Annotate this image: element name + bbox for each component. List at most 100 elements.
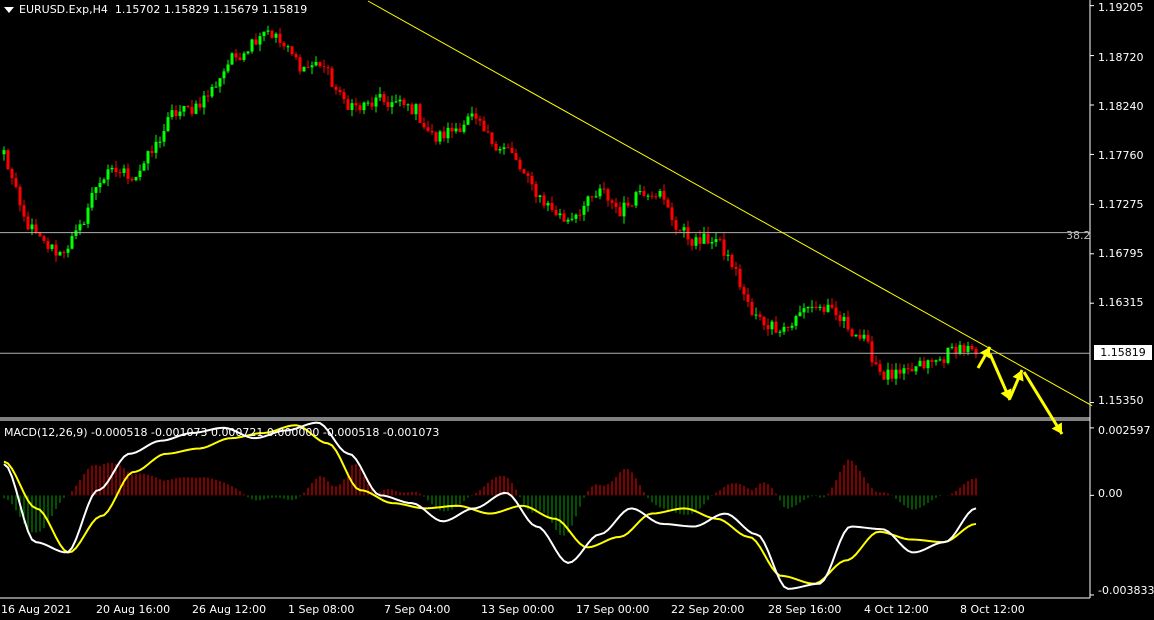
- time-tick: 7 Sep 04:00: [384, 603, 451, 616]
- candle: [878, 359, 882, 376]
- candle: [662, 184, 666, 205]
- candle: [146, 150, 150, 171]
- candle: [766, 318, 770, 336]
- candle: [758, 311, 762, 321]
- candle: [378, 87, 382, 101]
- candle: [922, 356, 926, 370]
- candle: [710, 237, 714, 250]
- candle: [362, 101, 366, 115]
- candle: [546, 200, 550, 212]
- candle: [302, 66, 306, 72]
- candle: [350, 99, 354, 117]
- candle: [538, 194, 542, 203]
- candle: [810, 300, 814, 313]
- candle: [694, 233, 698, 250]
- candle: [58, 250, 62, 256]
- candle: [826, 298, 830, 313]
- candle: [522, 168, 526, 175]
- forecast-arrow-up: [1008, 369, 1024, 399]
- candle: [178, 105, 182, 120]
- macd-indicator: [3, 421, 977, 590]
- candle: [322, 59, 326, 73]
- candle: [930, 358, 934, 368]
- candle: [278, 27, 282, 48]
- candle: [890, 363, 894, 382]
- candle: [506, 143, 510, 149]
- candle: [494, 141, 498, 152]
- price-tick: 1.18720: [1098, 51, 1144, 64]
- candle: [586, 195, 590, 212]
- candle: [934, 359, 938, 366]
- candle: [474, 107, 478, 125]
- candle: [754, 307, 758, 320]
- time-tick: 28 Sep 16:00: [768, 603, 842, 616]
- candle: [346, 95, 350, 111]
- candle: [574, 213, 578, 223]
- candle: [2, 146, 6, 161]
- candle: [270, 30, 274, 39]
- candle: [886, 362, 890, 385]
- candle: [338, 86, 342, 96]
- candle: [134, 176, 138, 182]
- candle: [714, 232, 718, 247]
- candle: [606, 187, 610, 207]
- candle: [626, 197, 630, 208]
- candle: [706, 226, 710, 245]
- candle: [882, 370, 886, 380]
- candle: [454, 122, 458, 134]
- candle: [554, 205, 558, 217]
- candle: [306, 60, 310, 68]
- candle: [170, 104, 174, 120]
- candle: [738, 264, 742, 291]
- candle: [718, 236, 722, 242]
- candle: [98, 177, 102, 193]
- forecast-arrow-up: [976, 346, 992, 369]
- candle: [970, 343, 974, 352]
- candle: [402, 97, 406, 109]
- price-tick: 1.16795: [1098, 247, 1144, 260]
- candle: [86, 203, 90, 228]
- candle: [962, 343, 966, 357]
- candle: [658, 189, 662, 199]
- candle: [214, 81, 218, 88]
- candle: [246, 50, 250, 55]
- candle: [790, 322, 794, 331]
- candle: [666, 197, 670, 209]
- candle: [590, 195, 594, 202]
- candle: [198, 96, 202, 111]
- symbol-name: EURUSD.Exp,H4: [19, 3, 108, 16]
- candle: [130, 176, 134, 183]
- dropdown-triangle-icon[interactable]: [4, 7, 14, 13]
- candle: [558, 208, 562, 219]
- candle: [914, 366, 918, 375]
- candle: [850, 327, 854, 337]
- price-tick: 1.18240: [1098, 100, 1144, 113]
- candle: [874, 355, 878, 366]
- candle: [806, 306, 810, 313]
- candle: [838, 311, 842, 327]
- candle: [750, 298, 754, 317]
- candle: [566, 217, 570, 224]
- candle: [598, 184, 602, 200]
- time-tick: 1 Sep 08:00: [288, 603, 355, 616]
- candle: [406, 103, 410, 112]
- candle: [10, 167, 14, 185]
- candle: [502, 143, 506, 155]
- time-tick: 17 Sep 00:00: [576, 603, 650, 616]
- candle: [230, 52, 234, 66]
- candle: [950, 343, 954, 350]
- candle: [386, 96, 390, 112]
- candle: [382, 91, 386, 106]
- candle: [514, 148, 518, 161]
- candle: [530, 171, 534, 191]
- price-chart[interactable]: [0, 0, 1154, 620]
- candle: [726, 249, 730, 262]
- candle: [154, 134, 158, 159]
- candle: [814, 301, 818, 311]
- candle: [650, 191, 654, 200]
- candle: [634, 190, 638, 209]
- macd-tick: 0.00: [1098, 487, 1123, 500]
- chart-window[interactable]: EURUSD.Exp,H4 1.15702 1.15829 1.15679 1.…: [0, 0, 1154, 620]
- candle: [862, 329, 866, 342]
- candle: [490, 132, 494, 147]
